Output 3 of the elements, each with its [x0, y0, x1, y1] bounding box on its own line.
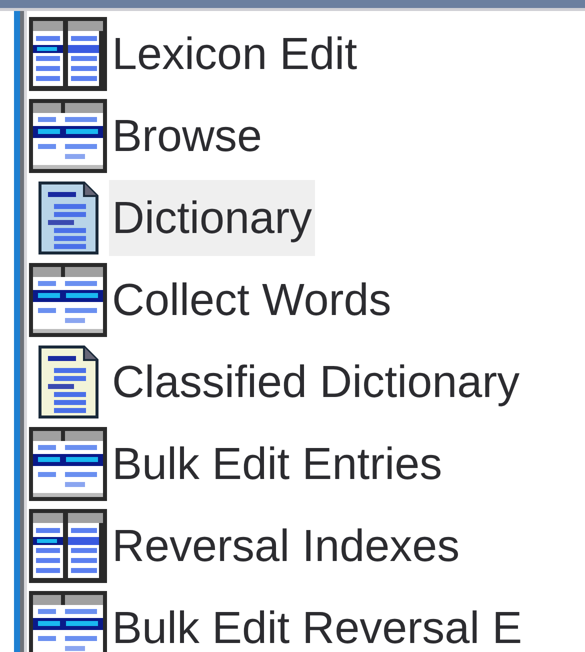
view-list-item[interactable]: Dictionary — [109, 180, 316, 256]
document-icon — [36, 344, 100, 420]
document-icon — [36, 180, 100, 256]
